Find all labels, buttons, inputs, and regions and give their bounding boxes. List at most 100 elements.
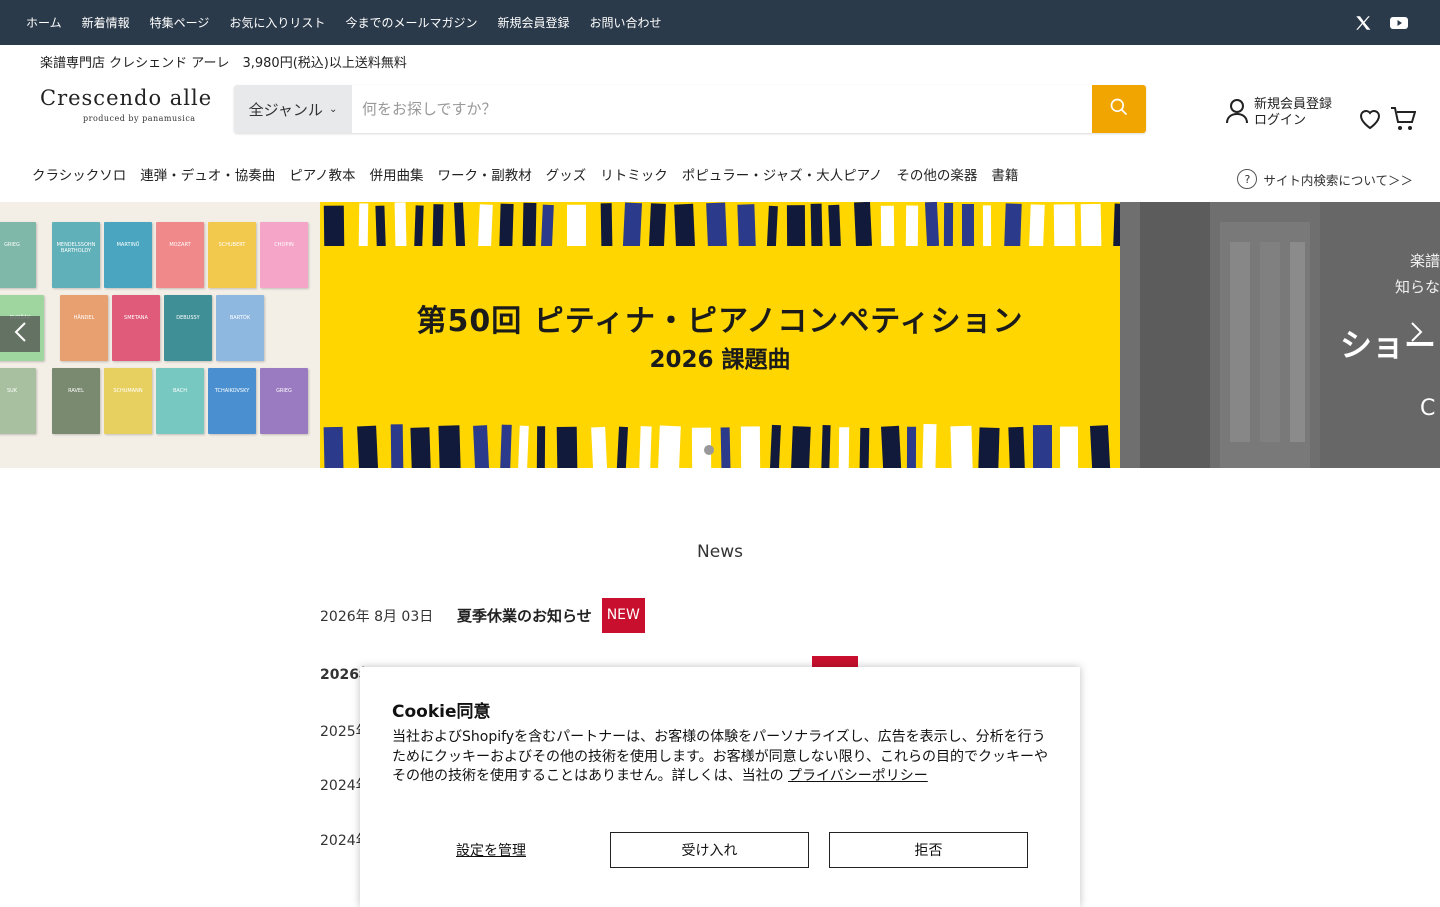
book-cover-title: TCHAIKOVSKY <box>214 388 250 394</box>
book-cover: DEBUSSY <box>164 295 212 361</box>
top-bar: ホーム 新着情報 特集ページ お気に入りリスト 今までのメールマガジン 新規会員… <box>0 0 1440 45</box>
news-heading: News <box>697 542 743 562</box>
site-search-help-link[interactable]: ? サイト内検索について＞＞ <box>1237 169 1413 189</box>
top-nav-contact[interactable]: お問い合わせ <box>589 14 661 31</box>
chevron-left-icon <box>13 321 27 347</box>
genre-select[interactable]: 全ジャンル ⌄ <box>234 85 352 133</box>
category-classic-solo[interactable]: クラシックソロ <box>32 164 126 184</box>
piano-key <box>828 204 842 246</box>
search-input[interactable] <box>352 85 1092 133</box>
slide-right-line1: 楽譜 <box>1409 252 1440 270</box>
piano-key <box>566 204 587 246</box>
piano-key <box>1008 426 1025 468</box>
book-cover-title: BARTÓK <box>229 315 251 321</box>
book-cover-title: SMETANA <box>124 315 148 321</box>
reject-button[interactable]: 拒否 <box>829 832 1028 868</box>
top-nav-features[interactable]: 特集ページ <box>150 14 210 31</box>
top-nav-register[interactable]: 新規会員登録 <box>497 14 569 31</box>
category-goods[interactable]: グッズ <box>546 164 587 184</box>
piano-key <box>720 427 731 468</box>
category-piano-method[interactable]: ピアノ教本 <box>289 164 355 184</box>
account-link[interactable]: 新規会員登録 ログイン <box>1226 97 1332 129</box>
piano-key <box>737 204 756 246</box>
slide-right-line2: 知らな <box>1394 278 1440 296</box>
book-cover: GRIEG <box>0 222 36 288</box>
piano-key <box>536 426 546 468</box>
piano-key <box>924 202 940 246</box>
top-nav-home[interactable]: ホーム <box>26 14 62 31</box>
piano-key <box>540 204 554 246</box>
cookie-consent-dialog: Cookie同意 当社およびShopifyを含むパートナーは、お客様の体験をパー… <box>360 667 1080 907</box>
youtube-icon[interactable] <box>1390 16 1408 30</box>
piano-key <box>323 426 344 468</box>
cookie-body-text: 当社およびShopifyを含むパートナーは、お客様の体験をパーソナライズし、広告… <box>392 729 1049 784</box>
piano-key <box>1032 425 1053 468</box>
book-cover: SMETANA <box>112 295 160 361</box>
piano-key <box>522 202 537 246</box>
top-nav-news[interactable]: 新着情報 <box>82 14 130 31</box>
top-nav-newsletters[interactable]: 今までのメールマガジン <box>345 14 477 31</box>
account-register: 新規会員登録 <box>1254 97 1333 112</box>
piano-key <box>880 205 895 246</box>
privacy-policy-link[interactable]: プライバシーポリシー <box>788 768 928 784</box>
category-workbooks[interactable]: ワーク・副教材 <box>438 164 532 184</box>
book-cover: SCHUBERT <box>208 222 256 288</box>
carousel-dots <box>704 445 714 455</box>
account-login: ログイン <box>1254 113 1307 128</box>
book-cover-title: BACH <box>172 388 187 394</box>
piano-key <box>616 426 628 468</box>
piano-key <box>453 202 466 246</box>
category-books[interactable]: 書籍 <box>991 164 1018 184</box>
category-rhythmics[interactable]: リトミック <box>600 164 668 184</box>
carousel-next-button[interactable] <box>1400 316 1434 352</box>
slide-books[interactable]: GRIEG MENDELSSOHN BARTHOLDY MARTINŮ MOZART S… <box>0 202 320 468</box>
slide-showroom[interactable]: 楽譜 知らな ショー C <box>1120 202 1440 468</box>
account-text: 新規会員登録 ログイン <box>1254 97 1332 129</box>
search-button[interactable] <box>1092 85 1146 133</box>
piano-key <box>556 426 578 468</box>
piano-key <box>769 424 781 468</box>
cart-icon[interactable] <box>1390 106 1417 136</box>
piano-key <box>477 204 493 246</box>
piano-key <box>390 424 404 468</box>
cookie-title: Cookie同意 <box>392 702 491 722</box>
top-nav: ホーム 新着情報 特集ページ お気に入りリスト 今までのメールマガジン 新規会員… <box>16 0 671 45</box>
piano-key <box>414 205 424 246</box>
category-other-instruments[interactable]: その他の楽器 <box>896 164 977 184</box>
piano-key <box>1004 203 1022 246</box>
piano-key <box>499 203 514 246</box>
piano-key <box>881 425 902 468</box>
piano-key <box>1029 204 1045 246</box>
carousel-prev-button[interactable] <box>0 316 40 352</box>
category-duets[interactable]: 連弾・デュオ・協奏曲 <box>140 164 275 184</box>
site-logo[interactable]: Crescendo alle produced by panamusica <box>40 86 225 128</box>
manage-settings-button[interactable]: 設定を管理 <box>392 832 590 868</box>
accept-button[interactable]: 受け入れ <box>610 832 809 868</box>
x-icon[interactable] <box>1354 14 1372 32</box>
news-item[interactable]: 2026年 8月 03日 夏季休業のお知らせ NEW <box>320 598 645 633</box>
top-nav-favorites[interactable]: お気に入りリスト <box>229 14 325 31</box>
chevron-right-icon <box>1410 321 1424 347</box>
category-popular-jazz[interactable]: ポピュラー・ジャズ・大人ピアノ <box>682 164 883 184</box>
piano-key <box>740 426 761 468</box>
piano-key <box>1080 203 1102 246</box>
chevron-down-icon: ⌄ <box>328 103 338 115</box>
piano-key <box>600 203 613 246</box>
logo-main-text: Crescendo alle <box>40 86 213 110</box>
book-cover: MOZART <box>156 222 204 288</box>
slide-right-letter: C <box>1420 396 1436 421</box>
promo-text: 楽譜専門店 クレシェンド アーレ 3,980円(税込)以上送料無料 <box>40 56 407 71</box>
carousel-dot[interactable] <box>704 445 714 455</box>
wishlist-icon[interactable] <box>1358 108 1382 134</box>
piano-key <box>674 203 696 246</box>
category-nav: クラシックソロ 連弾・デュオ・協奏曲 ピアノ教本 併用曲集 ワーク・副教材 グッ… <box>25 164 1025 184</box>
piano-key <box>982 205 992 246</box>
piano-key <box>622 202 643 246</box>
piano-key <box>766 205 778 246</box>
book-cover-title: DEBUSSY <box>176 315 200 321</box>
search-bar: 全ジャンル ⌄ <box>234 85 1146 133</box>
category-supplementary[interactable]: 併用曲集 <box>370 164 424 184</box>
slide-pitina[interactable]: 第50回 ピティナ・ピアノコンペティション 2026 課題曲 <box>320 202 1120 468</box>
book-cover: SCHUMANN <box>104 368 152 434</box>
hero-carousel: GRIEG MENDELSSOHN BARTHOLDY MARTINŮ MOZART S… <box>0 202 1440 468</box>
